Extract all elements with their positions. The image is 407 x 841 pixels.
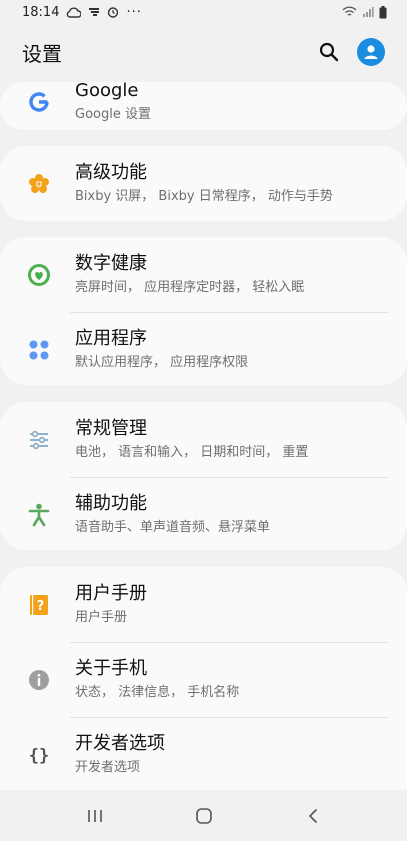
settings-item-subtitle: Google 设置: [75, 107, 151, 122]
navigation-bar: [0, 790, 407, 841]
wifi-icon: [342, 6, 357, 18]
settings-item-title: 关于手机: [75, 658, 147, 679]
settings-item-general-management[interactable]: 常规管理 电池， 语言和输入， 日期和时间， 重置: [0, 402, 407, 477]
svg-text:?: ?: [37, 599, 45, 614]
cloud-icon: [66, 7, 82, 18]
info-icon: [26, 667, 52, 693]
back-icon[interactable]: [293, 796, 333, 836]
settings-item-subtitle: 用户手册: [75, 610, 128, 625]
account-icon[interactable]: [357, 38, 385, 66]
page-title: 设置: [22, 41, 62, 66]
settings-item-title: 开发者选项: [75, 733, 165, 754]
svg-text:{}: {}: [29, 746, 49, 766]
settings-card-manual-about-developer: ? 用户手册 用户手册 关于手机 状态， 法律信息， 手机名称 {} 开发者选项…: [0, 567, 407, 790]
apps-icon: [26, 337, 52, 363]
advanced-features-icon: [26, 171, 52, 197]
settings-item-title: Google: [75, 82, 139, 101]
app-bar: 设置: [0, 30, 407, 74]
settings-item-google[interactable]: Google Google 设置: [0, 82, 407, 130]
settings-item-subtitle: 开发者选项: [75, 760, 141, 775]
settings-card-general-accessibility: 常规管理 电池， 语言和输入， 日期和时间， 重置 辅助功能 语音助手、单声道音…: [0, 402, 407, 550]
sync-icon: [88, 6, 100, 18]
settings-item-apps[interactable]: 应用程序 默认应用程序， 应用程序权限: [0, 312, 407, 385]
settings-item-subtitle: 语音助手、单声道音频、悬浮菜单: [75, 520, 271, 535]
user-manual-icon: ?: [26, 592, 52, 618]
timer-icon: [107, 6, 119, 18]
settings-item-subtitle: 亮屏时间， 应用程序定时器， 轻松入眠: [75, 280, 305, 295]
search-icon[interactable]: [319, 42, 339, 62]
settings-item-about-phone[interactable]: 关于手机 状态， 法律信息， 手机名称: [0, 642, 407, 717]
recents-icon[interactable]: [75, 796, 115, 836]
status-time: 18:14: [22, 4, 60, 20]
settings-item-subtitle: 电池， 语言和输入， 日期和时间， 重置: [75, 445, 309, 460]
general-management-icon: [26, 427, 52, 453]
settings-item-title: 高级功能: [75, 162, 147, 183]
settings-card-wellbeing-apps: 数字健康 亮屏时间， 应用程序定时器， 轻松入眠 应用程序 默认应用程序， 应用…: [0, 237, 407, 385]
status-bar: 18:14 ···: [0, 0, 407, 24]
settings-item-subtitle: Bixby 识屏， Bixby 日常程序， 动作与手势: [75, 189, 333, 204]
more-notifications-icon: ···: [126, 4, 142, 20]
google-icon: [26, 89, 52, 115]
settings-item-accessibility[interactable]: 辅助功能 语音助手、单声道音频、悬浮菜单: [0, 477, 407, 550]
settings-item-subtitle: 默认应用程序， 应用程序权限: [75, 355, 249, 370]
settings-item-title: 用户手册: [75, 583, 147, 604]
settings-item-advanced-features[interactable]: 高级功能 Bixby 识屏， Bixby 日常程序， 动作与手势: [0, 146, 407, 221]
settings-item-title: 应用程序: [75, 328, 147, 349]
developer-options-icon: {}: [26, 742, 52, 768]
signal-icon: [362, 6, 374, 18]
settings-item-title: 辅助功能: [75, 493, 147, 514]
settings-item-user-manual[interactable]: ? 用户手册 用户手册: [0, 567, 407, 642]
settings-card-advanced: 高级功能 Bixby 识屏， Bixby 日常程序， 动作与手势: [0, 146, 407, 221]
settings-item-title: 数字健康: [75, 253, 147, 274]
settings-card-google: Google Google 设置: [0, 82, 407, 130]
settings-item-subtitle: 状态， 法律信息， 手机名称: [75, 685, 240, 700]
home-icon[interactable]: [184, 796, 224, 836]
digital-wellbeing-icon: [26, 262, 52, 288]
battery-icon: [379, 5, 387, 19]
settings-item-developer-options[interactable]: {} 开发者选项 开发者选项: [0, 717, 407, 790]
settings-item-title: 常规管理: [75, 418, 147, 439]
settings-item-digital-wellbeing[interactable]: 数字健康 亮屏时间， 应用程序定时器， 轻松入眠: [0, 237, 407, 312]
accessibility-icon: [26, 502, 52, 528]
